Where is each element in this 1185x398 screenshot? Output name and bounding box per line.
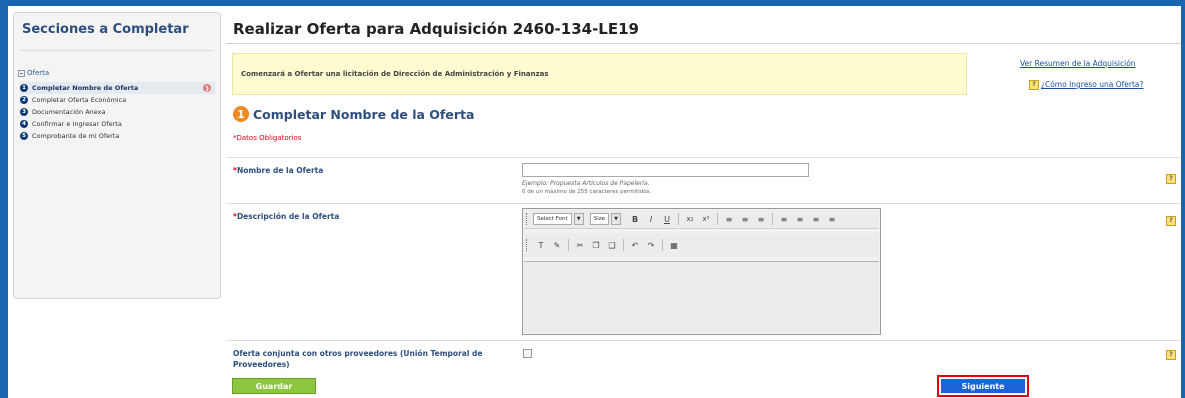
form-row-conjunta: Oferta conjunta con otros proveedores (U… [226, 340, 1181, 374]
toolbar-separator [717, 213, 718, 225]
editor-text-area[interactable] [524, 261, 879, 333]
sidebar-step-3[interactable]: 3 Documentación Anexa [20, 106, 215, 118]
cut-icon[interactable]: ✂ [572, 238, 588, 252]
subscript-icon[interactable]: x₂ [682, 212, 698, 226]
toolbar-separator [623, 239, 624, 251]
table-icon[interactable]: ▦ [666, 238, 682, 252]
editor-toolbar-2: T ✎ ✂ ❐ ❑ ↶ ↷ ▦ [524, 233, 879, 257]
redo-icon[interactable]: ↷ [643, 238, 659, 252]
toolbar-grip [526, 239, 530, 251]
page-title: Realizar Oferta para Adquisición 2460-13… [233, 20, 639, 38]
sidebar-divider [20, 50, 214, 51]
help-icon: ? [1029, 80, 1039, 90]
collapse-icon[interactable] [18, 69, 25, 77]
descripcion-label: *Descripción de la Oferta [233, 212, 340, 221]
unordered-list-icon[interactable]: ≡ [776, 212, 792, 226]
undo-icon[interactable]: ↶ [627, 238, 643, 252]
help-icon: ? [1166, 215, 1176, 226]
outdent-icon[interactable]: ≡ [808, 212, 824, 226]
nombre-help[interactable]: ? [1166, 168, 1178, 187]
banner-text: Comenzará a Ofertar una licitación de Di… [241, 70, 549, 78]
step-number-icon: 3 [20, 108, 28, 116]
sidebar-step-label: Documentación Anexa [32, 108, 106, 116]
rich-text-editor: Select Font ▼ Size ▼ B I U x₂ x² ≡ ≡ ≡ ≡… [522, 208, 881, 335]
help-icon: ? [1166, 349, 1176, 360]
sidebar-step-label: Completar Oferta Económica [32, 96, 127, 104]
conjunta-label: Oferta conjunta con otros proveedores (U… [233, 349, 483, 369]
toolbar-separator [678, 213, 679, 225]
ordered-list-icon[interactable]: ≡ [792, 212, 808, 226]
align-right-icon[interactable]: ≡ [753, 212, 769, 226]
toolbar-separator [662, 239, 663, 251]
help-icon: ? [1166, 173, 1176, 184]
required-fields-note: *Datos Obligatorios [233, 134, 302, 142]
sidebar-step-1[interactable]: 1 Completar Nombre de Oferta ❯ [20, 82, 215, 94]
section-heading: 1 Completar Nombre de la Oferta [233, 106, 474, 122]
sidebar-step-2[interactable]: 2 Completar Oferta Económica [20, 94, 215, 106]
como-ingreso-label: ¿Cómo Ingreso una Oferta? [1041, 80, 1144, 89]
window-frame-right [1181, 0, 1185, 398]
sidebar-step-label: Comprobante de mi Oferta [32, 132, 120, 140]
guardar-button[interactable]: Guardar [232, 378, 316, 394]
tree-root-oferta[interactable]: Oferta [18, 69, 49, 77]
ver-resumen-link[interactable]: Ver Resumen de la Adquisición [1020, 59, 1136, 68]
info-banner: Comenzará a Ofertar una licitación de Di… [232, 53, 967, 95]
italic-icon[interactable]: I [643, 212, 659, 226]
font-select[interactable]: Select Font [533, 213, 572, 225]
sidebar-step-4[interactable]: 4 Confirmar e Ingresar Oferta [20, 118, 215, 130]
nombre-example-hint: Ejemplo: Propuesta Artículos de Papelerí… [522, 180, 650, 187]
section-title: Completar Nombre de la Oferta [253, 106, 475, 122]
step-number-icon: 5 [20, 132, 28, 140]
font-select-dropdown-icon[interactable]: ▼ [573, 213, 584, 225]
align-center-icon[interactable]: ≡ [737, 212, 753, 226]
paste-icon[interactable]: ❑ [604, 238, 620, 252]
window-frame-left [0, 0, 8, 398]
sidebar: Secciones a Completar Oferta 1 Completar… [13, 12, 221, 299]
como-ingreso-link[interactable]: ? ¿Cómo Ingreso una Oferta? [1029, 80, 1143, 90]
size-select-dropdown-icon[interactable]: ▼ [611, 213, 621, 225]
siguiente-highlight: Siguiente [937, 375, 1029, 397]
step-number-icon: 4 [20, 120, 28, 128]
toolbar-separator [772, 213, 773, 225]
descripcion-help[interactable]: ? [1166, 210, 1178, 229]
tree-root-label: Oferta [27, 69, 50, 77]
current-step-arrow-icon: ❯ [203, 84, 211, 92]
window-frame-top [0, 0, 1185, 6]
nombre-oferta-input[interactable] [522, 163, 809, 177]
nombre-char-counter: 0 de un máximo de 255 caracteres permiti… [522, 189, 652, 195]
size-select[interactable]: Size [589, 213, 609, 225]
sidebar-step-label: Completar Nombre de Oferta [32, 84, 139, 92]
bold-icon[interactable]: B [627, 212, 643, 226]
nombre-label: *Nombre de la Oferta [233, 166, 324, 175]
sidebar-title: Secciones a Completar [22, 22, 189, 37]
highlight-icon[interactable]: ✎ [549, 238, 565, 252]
superscript-icon[interactable]: x² [698, 212, 714, 226]
siguiente-button[interactable]: Siguiente [941, 379, 1025, 393]
sidebar-step-label: Confirmar e Ingresar Oferta [32, 120, 122, 128]
align-left-icon[interactable]: ≡ [721, 212, 737, 226]
step-number-icon: 1 [20, 84, 28, 92]
sidebar-step-5[interactable]: 5 Comprobante de mi Oferta [20, 130, 215, 142]
toolbar-separator [568, 239, 569, 251]
steps-list: 1 Completar Nombre de Oferta ❯ 2 Complet… [20, 82, 215, 142]
step-number-icon: 2 [20, 96, 28, 104]
copy-icon[interactable]: ❐ [588, 238, 604, 252]
toolbar-grip [526, 213, 530, 225]
section-number-icon: 1 [233, 106, 249, 122]
title-divider [226, 43, 1181, 44]
text-color-icon[interactable]: T [533, 238, 549, 252]
conjunta-help[interactable]: ? [1166, 344, 1178, 363]
underline-icon[interactable]: U [659, 212, 675, 226]
oferta-conjunta-checkbox[interactable] [523, 349, 532, 358]
indent-icon[interactable]: ≡ [824, 212, 840, 226]
editor-toolbar-1: Select Font ▼ Size ▼ B I U x₂ x² ≡ ≡ ≡ ≡… [524, 210, 879, 229]
